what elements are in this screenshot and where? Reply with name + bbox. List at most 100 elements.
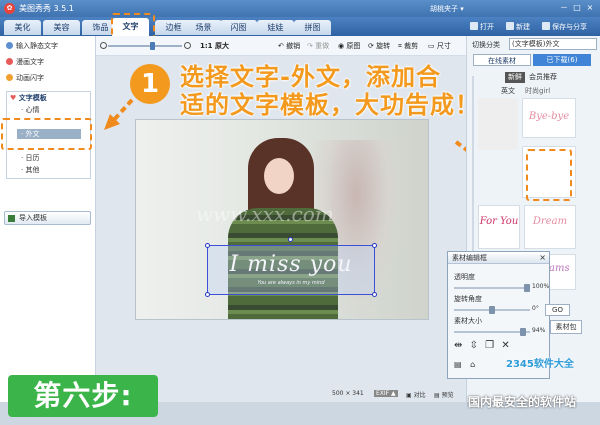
size-knob[interactable] xyxy=(520,328,526,336)
toolbar: 1:1 原大 ↶ 撤销 ↷ 重做 ◉ 原图 ⟳ 旋转 ⌗ 裁剪 ▭ 尺寸 xyxy=(96,36,466,56)
highlight-thumbnail xyxy=(526,149,572,201)
flip-horizontal-icon[interactable]: ⇹ xyxy=(454,340,462,351)
zoom-knob[interactable] xyxy=(150,42,155,50)
lock-icon[interactable]: ⌂ xyxy=(470,360,475,369)
animated-text-item[interactable]: 动画闪字 xyxy=(6,73,44,84)
compare-button[interactable]: ▣ 对比 xyxy=(406,390,426,399)
original-button[interactable]: ◉ 原图 xyxy=(338,41,360,51)
undo-button[interactable]: ↶ 撤销 xyxy=(278,41,300,51)
site-logo: 2345软件大全 xyxy=(506,359,574,370)
category-label: 切换分类 xyxy=(472,41,500,49)
subtab-english[interactable]: 英文 xyxy=(501,86,515,97)
redo-button[interactable]: ↷ 重做 xyxy=(307,41,329,51)
resize-button[interactable]: ▭ 尺寸 xyxy=(428,41,451,51)
material-pack-button[interactable]: 素材包 xyxy=(550,320,582,334)
text-icon xyxy=(6,42,13,49)
save-share-button[interactable]: 保存与分享 xyxy=(542,21,587,33)
editor-tools: ⇹ ⇳ ❐ ✕ xyxy=(454,340,510,351)
subtab-fashion-girl[interactable]: 时尚girl xyxy=(525,86,550,97)
resize-handle-tl[interactable] xyxy=(205,243,210,248)
subtab-fresh[interactable]: 新鲜 xyxy=(505,72,525,83)
zoom-in-icon[interactable] xyxy=(184,42,191,49)
editor-layer-tools: ▤ ⌂ xyxy=(454,360,475,369)
rotation-knob[interactable] xyxy=(489,306,495,314)
size-slider[interactable] xyxy=(454,328,530,336)
template-main-text: I miss you xyxy=(229,252,353,277)
text-template-overlay[interactable]: I miss you You are always in my mind xyxy=(205,237,377,297)
tab-online-materials[interactable]: 在线素材 xyxy=(473,54,531,66)
close-button[interactable]: × xyxy=(585,3,595,13)
template-thumb-dream[interactable]: Dream xyxy=(524,205,576,249)
go-button[interactable]: GO xyxy=(545,304,570,316)
static-text-item[interactable]: 输入静态文字 xyxy=(6,41,58,52)
editor-header: 素材编辑框 × xyxy=(448,252,549,264)
template-icon: ♥ xyxy=(10,94,19,102)
editor-close-icon[interactable]: × xyxy=(539,252,546,264)
step-label: 第六步: xyxy=(8,375,158,417)
open-button[interactable]: 打开 xyxy=(470,21,494,33)
transparency-label: 透明度 xyxy=(454,273,475,281)
actual-size-button[interactable]: 1:1 原大 xyxy=(200,41,229,51)
plus-icon xyxy=(506,22,514,30)
rotation-value: 0° xyxy=(532,305,539,312)
transparency-slider[interactable] xyxy=(454,284,530,292)
tab-flash[interactable]: 闪图 xyxy=(220,20,257,35)
size-label: 素材大小 xyxy=(454,317,482,325)
highlight-foreign-item xyxy=(1,118,92,150)
template-thumb-byebye[interactable]: Bye-bye xyxy=(522,98,576,138)
step-number-badge: 1 xyxy=(130,64,170,104)
resize-handle-tr[interactable] xyxy=(372,243,377,248)
copy-icon[interactable]: ❐ xyxy=(485,340,494,351)
left-thumb-strip xyxy=(478,98,518,150)
photo-watermark: www.xxx.com xyxy=(196,202,334,226)
arrow-to-foreign xyxy=(110,98,134,124)
app-title: 美图秀秀 3.5.1 xyxy=(19,4,74,13)
tab-scene[interactable]: 场景 xyxy=(185,20,222,35)
preview-button[interactable]: ▤ 预览 xyxy=(434,390,454,399)
zoom-slider[interactable] xyxy=(100,42,191,50)
minimize-button[interactable]: － xyxy=(559,3,569,13)
flip-vertical-icon[interactable]: ⇳ xyxy=(470,340,478,351)
import-icon xyxy=(8,215,15,222)
template-thumb-foryou[interactable]: For You xyxy=(478,205,520,249)
site-tagline: 国内最安全的软件站 xyxy=(468,395,577,409)
rotation-label: 旋转角度 xyxy=(454,295,482,303)
tab-beautify[interactable]: 美化 xyxy=(4,20,41,35)
tree-root-text-template[interactable]: ♥ 文字模板 xyxy=(10,93,47,103)
tab-beauty[interactable]: 美容 xyxy=(43,20,80,35)
rotation-slider[interactable] xyxy=(454,306,530,314)
import-template-button[interactable]: 导入模板 xyxy=(4,211,91,225)
resize-handle-br[interactable] xyxy=(372,292,377,297)
crop-button[interactable]: ⌗ 裁剪 xyxy=(398,41,418,51)
user-name[interactable]: 胡桃夹子 ▾ xyxy=(430,4,464,14)
tree-item-mood[interactable]: · 心情 xyxy=(21,105,39,115)
menu-bar: 美化 美容 饰品 文字 边框 场景 闪图 娃娃 拼图 打开 新建 保存与分享 xyxy=(0,17,600,36)
resize-handle-bl[interactable] xyxy=(205,292,210,297)
tab-collage[interactable]: 拼图 xyxy=(294,20,331,35)
zoom-out-icon[interactable] xyxy=(100,42,107,49)
tab-downloaded[interactable]: 已下载(6) xyxy=(533,54,591,66)
tab-doll[interactable]: 娃娃 xyxy=(257,20,294,35)
template-sub-text: You are always in my mind xyxy=(257,280,325,286)
layer-icon[interactable]: ▤ xyxy=(454,360,462,369)
arrow-head-left xyxy=(104,114,120,130)
comic-icon xyxy=(6,58,13,65)
folder-icon xyxy=(470,22,478,30)
tree-item-other[interactable]: · 其他 xyxy=(21,165,39,175)
app-logo-icon: ✿ xyxy=(4,3,15,14)
transparency-knob[interactable] xyxy=(524,284,530,292)
callout-instruction: 选择文字-外文，添加合 适的文字模板，大功告成！ xyxy=(180,63,480,119)
rotate-handle[interactable] xyxy=(288,237,293,242)
tree-item-calendar[interactable]: · 日历 xyxy=(21,153,39,163)
transparency-value: 100% xyxy=(532,283,550,290)
delete-icon[interactable]: ✕ xyxy=(501,340,509,351)
size-value: 94% xyxy=(532,327,546,334)
comic-text-item[interactable]: 漫画文字 xyxy=(6,57,44,68)
maximize-button[interactable]: □ xyxy=(572,3,582,13)
exif-button[interactable]: EXIF ▲ xyxy=(374,390,398,397)
sparkle-icon xyxy=(6,74,13,81)
category-select[interactable]: (文字模板)外文 xyxy=(509,38,597,50)
rotate-button[interactable]: ⟳ 旋转 xyxy=(368,41,390,51)
subtab-member[interactable]: 会员推荐 xyxy=(529,72,557,83)
new-button[interactable]: 新建 xyxy=(506,21,530,33)
